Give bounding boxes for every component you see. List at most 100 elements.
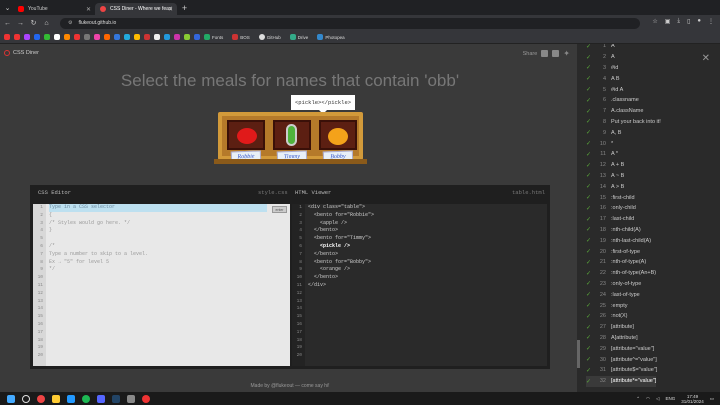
download-icon[interactable]: ⤓ [677, 18, 680, 25]
bookmark-icon[interactable] [64, 34, 70, 40]
new-tab-icon[interactable]: + [179, 3, 190, 13]
tab-youtube[interactable]: YouTube ✕ [13, 3, 95, 15]
level-item[interactable]: ✓ 1 A [586, 44, 615, 52]
close-icon[interactable]: ✕ [702, 53, 710, 64]
bookmark-icon[interactable] [174, 34, 180, 40]
bookmark-icon[interactable] [14, 34, 20, 40]
level-item[interactable]: ✓ 2 A [586, 52, 615, 63]
level-item[interactable]: ✓ 12 A + B [586, 160, 624, 171]
bookmark-icon[interactable] [104, 34, 110, 40]
back-icon[interactable]: ← [2, 20, 13, 27]
menu-icon[interactable]: ⋮ [708, 18, 714, 25]
pickle[interactable] [286, 124, 297, 146]
bookmark-bos[interactable]: BOS [232, 34, 250, 40]
bento-timmy[interactable] [273, 120, 311, 150]
steam-icon[interactable] [112, 394, 120, 403]
level-item[interactable]: ✓ 10 * [586, 138, 613, 149]
html-line-pickle[interactable]: <pickle /> [308, 243, 543, 251]
bookmark-icon[interactable] [94, 34, 100, 40]
bookmark-icon[interactable] [194, 34, 200, 40]
html-line-apple[interactable]: <apple /> [308, 220, 543, 228]
chrome-icon[interactable] [37, 394, 45, 403]
level-item[interactable]: ✓ 23:only-of-type [586, 279, 641, 290]
bookmark-fonts[interactable]: Fonts [204, 34, 223, 40]
site-logo[interactable]: CSS Diner [4, 50, 39, 56]
forward-icon[interactable]: → [15, 20, 26, 27]
level-item[interactable]: ✓ 15:first-child [586, 192, 635, 203]
reload-icon[interactable]: ↻ [28, 19, 39, 27]
app-icon[interactable] [97, 394, 105, 403]
html-line-orange[interactable]: <orange /> [308, 266, 543, 274]
bookmark-icon[interactable] [24, 34, 30, 40]
level-item[interactable]: ✓ 7 A.className [586, 106, 643, 117]
url-field[interactable]: ⚙ flukeout.github.io [60, 17, 640, 29]
twitter-icon[interactable]: ✦ [563, 49, 570, 58]
bookmark-github[interactable]: GitHub [258, 34, 281, 40]
level-item[interactable]: ✓ 25:empty [586, 300, 628, 311]
bookmark-icon[interactable] [44, 34, 50, 40]
level-item[interactable]: ✓ 20:first-of-type [586, 246, 640, 257]
level-item[interactable]: ✓ 31 [attribute$="value"] [586, 365, 657, 376]
level-item[interactable]: ✓ 24:last-of-type [586, 289, 640, 300]
level-item[interactable]: ✓ 18:nth-child(A) [586, 225, 641, 236]
app-icon[interactable] [142, 394, 150, 403]
bookmark-icon[interactable] [54, 34, 60, 40]
html-line-bento-bobby[interactable]: <bento for="Bobby"> [308, 259, 543, 267]
apple[interactable] [237, 128, 257, 144]
extensions-icon[interactable]: ▣ [665, 18, 671, 25]
bookmark-icon[interactable] [124, 34, 130, 40]
level-item[interactable]: ✓ 16:only-child [586, 203, 636, 214]
level-item[interactable]: ✓ 26:not(X) [586, 311, 628, 322]
bookmark-icon[interactable] [154, 34, 160, 40]
tray-chevron-icon[interactable]: ⌃ [636, 396, 640, 402]
vscode-icon[interactable] [67, 394, 75, 403]
notification-icon[interactable]: ▭ [710, 396, 714, 402]
email-icon[interactable] [541, 50, 549, 57]
css-selector-input[interactable]: Type in a CSS selector [49, 204, 267, 212]
level-item[interactable]: ✓ 11 A * [586, 149, 618, 160]
bookmark-icon[interactable] [84, 34, 90, 40]
level-item[interactable]: ✓ 30 [attribute^="value"] [586, 354, 657, 365]
profile-icon[interactable]: ● [697, 18, 701, 25]
orange[interactable] [328, 128, 348, 145]
file-explorer-icon[interactable] [52, 394, 60, 403]
bookmark-icon[interactable] [4, 34, 10, 40]
level-item[interactable]: ✓ 22:nth-of-type(An+B) [586, 268, 656, 279]
level-item[interactable]: ✓ 27 [attribute] [586, 322, 634, 333]
wifi-icon[interactable]: ◠ [646, 396, 650, 402]
html-line-bento-robbie[interactable]: <bento for="Robbie"> [308, 212, 543, 220]
close-tab-icon[interactable]: ✕ [168, 6, 173, 13]
bookmark-photopea[interactable]: Photopea [317, 34, 345, 40]
level-item[interactable]: ✓ 28 A[attribute] [586, 333, 638, 344]
bookmark-icon[interactable] [144, 34, 150, 40]
spotify-icon[interactable] [82, 394, 90, 403]
language-indicator[interactable]: ENG [665, 396, 675, 401]
bookmark-icon[interactable] [164, 34, 170, 40]
windows-start-icon[interactable] [7, 394, 15, 403]
level-item[interactable]: ✓ 17:last-child [586, 214, 634, 225]
facebook-icon[interactable] [552, 50, 560, 57]
bookmark-drive[interactable]: Drive [289, 34, 308, 40]
level-item[interactable]: ✓ 29 [attribute="value"] [586, 343, 654, 354]
bento-bobby[interactable] [319, 120, 357, 150]
search-icon[interactable] [22, 394, 30, 403]
level-item[interactable]: ✓ 6 .classname [586, 95, 639, 106]
home-icon[interactable]: ⌂ [41, 20, 52, 27]
html-line-bento-timmy[interactable]: <bento for="Timmy"> [308, 235, 543, 243]
level-item[interactable]: ✓ 3 #id [586, 63, 618, 74]
bookmark-icon[interactable] [184, 34, 190, 40]
app-icon[interactable] [127, 394, 135, 403]
level-item[interactable]: ✓ 8 Put your back into it! [586, 117, 661, 128]
level-item[interactable]: ✓ 32 [attribute*="value"] [586, 375, 657, 387]
bookmark-star-icon[interactable]: ☆ [652, 18, 657, 25]
sidepanel-icon[interactable]: ▯ [687, 18, 690, 25]
bookmark-icon[interactable] [34, 34, 40, 40]
level-item[interactable]: ✓ 19:nth-last-child(A) [586, 235, 651, 246]
html-line-table[interactable]: <div class="table"> [308, 204, 543, 212]
bookmark-icon[interactable] [114, 34, 120, 40]
level-item[interactable]: ✓ 14 A > B [586, 181, 624, 192]
bookmark-icon[interactable] [74, 34, 80, 40]
enter-button[interactable]: enter [272, 206, 287, 213]
bento-robbie[interactable] [227, 120, 265, 150]
volume-icon[interactable]: ◁ [656, 396, 659, 402]
